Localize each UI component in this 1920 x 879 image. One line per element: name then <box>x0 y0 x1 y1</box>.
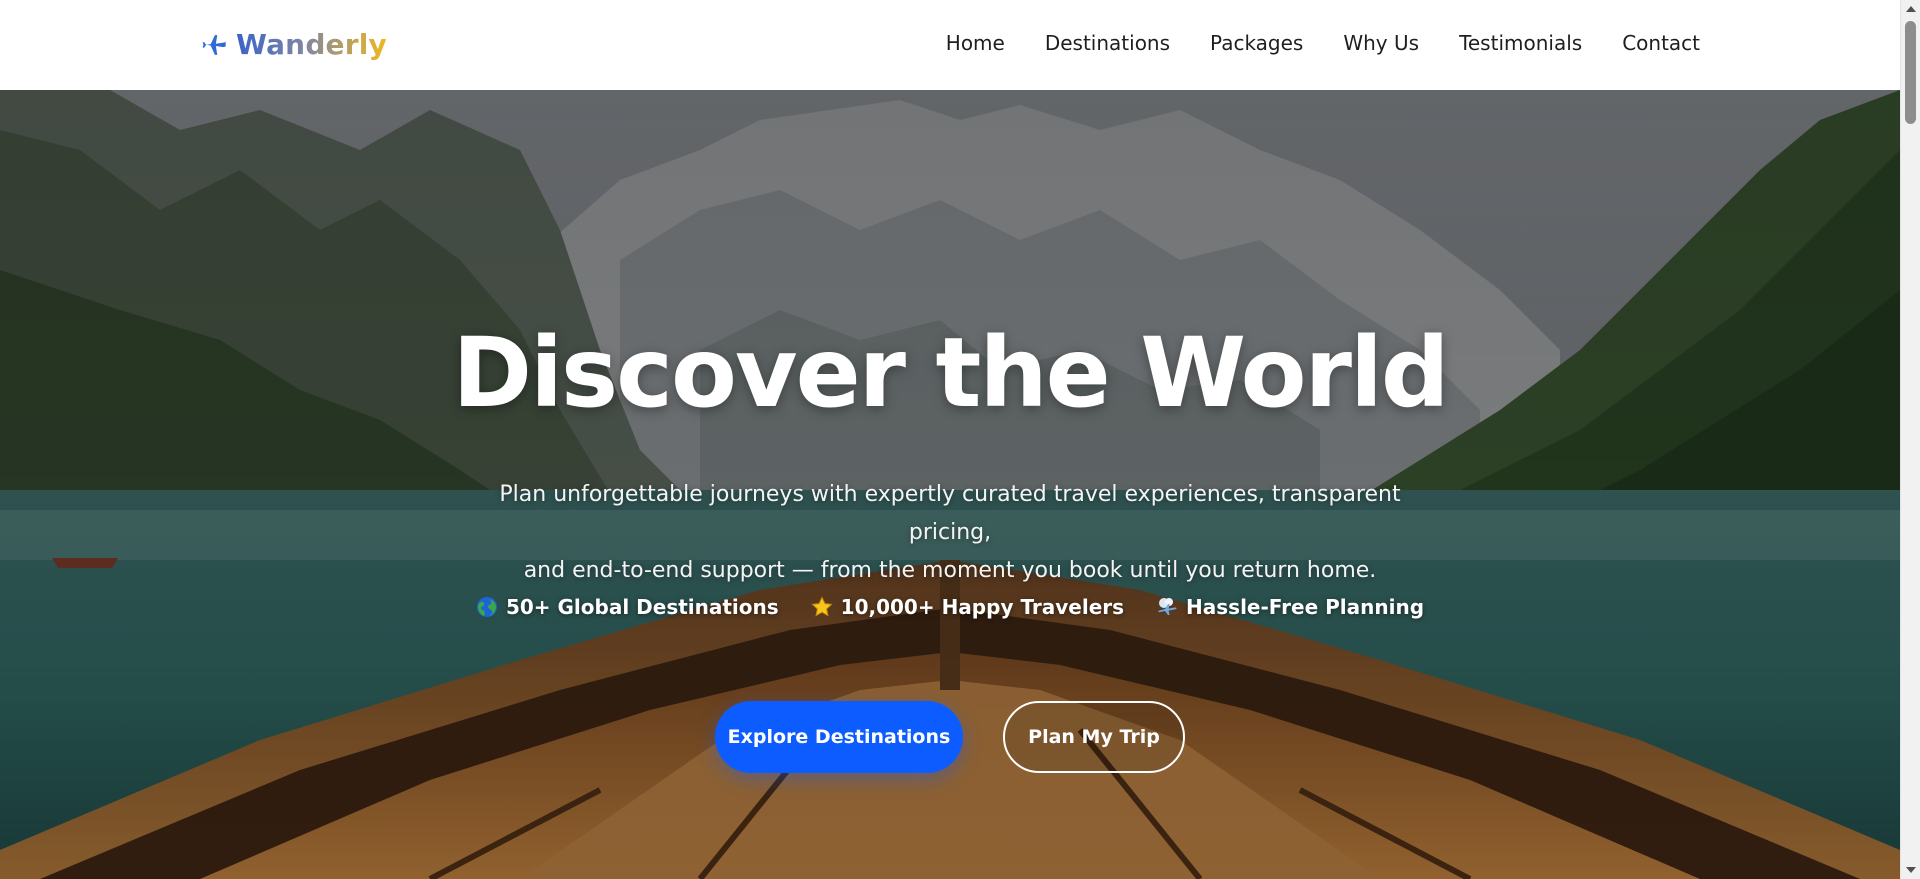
plan-my-trip-button[interactable]: Plan My Trip <box>1003 701 1185 773</box>
nav-link-contact[interactable]: Contact <box>1622 31 1700 55</box>
feature-label: 10,000+ Happy Travelers <box>840 595 1125 619</box>
feature-happy-travelers: 10,000+ Happy Travelers <box>811 595 1124 619</box>
feature-label: 50+ Global Destinations <box>505 595 779 619</box>
hero-title: Discover the World <box>452 317 1449 429</box>
scroll-up-arrow-icon[interactable] <box>1906 6 1916 12</box>
globe-icon <box>476 596 498 618</box>
hero-section: Discover the World Plan unforgettable jo… <box>0 90 1900 879</box>
nav-link-why-us[interactable]: Why Us <box>1343 31 1419 55</box>
main-navigation: Home Destinations Packages Why Us Testim… <box>906 31 1700 55</box>
feature-label: Hassle-Free Planning <box>1186 595 1425 619</box>
travel-planning-icon <box>1156 596 1178 618</box>
scroll-down-arrow-icon[interactable] <box>1906 867 1916 873</box>
nav-link-testimonials[interactable]: Testimonials <box>1459 31 1582 55</box>
feature-hassle-free-planning: Hassle-Free Planning <box>1156 595 1424 619</box>
top-navbar: Wanderly Home Destinations Packages Why … <box>0 0 1900 90</box>
hero-subtitle: Plan unforgettable journeys with expertl… <box>460 476 1440 590</box>
nav-link-destinations[interactable]: Destinations <box>1045 31 1170 55</box>
hero-content: Discover the World Plan unforgettable jo… <box>0 90 1900 879</box>
hero-cta-row: Explore Destinations Plan My Trip <box>0 701 1900 773</box>
nav-link-packages[interactable]: Packages <box>1210 31 1303 55</box>
hero-feature-list: 50+ Global Destinations 10,000+ Happy Tr… <box>0 595 1900 619</box>
brand-logo-link[interactable]: Wanderly <box>200 28 387 61</box>
scrollbar-thumb[interactable] <box>1905 21 1916 124</box>
feature-global-destinations: 50+ Global Destinations <box>476 595 779 619</box>
star-icon <box>811 596 833 618</box>
nav-link-home[interactable]: Home <box>946 31 1005 55</box>
page: Wanderly Home Destinations Packages Why … <box>0 0 1920 879</box>
brand-name: Wanderly <box>236 28 388 61</box>
explore-destinations-button[interactable]: Explore Destinations <box>715 701 963 773</box>
hero-subtitle-line-2: and end-to-end support — from the moment… <box>523 558 1377 583</box>
hero-subtitle-line-1: Plan unforgettable journeys with expertl… <box>499 482 1401 545</box>
page-scrollbar[interactable] <box>1900 0 1920 879</box>
airplane-icon <box>200 31 228 59</box>
